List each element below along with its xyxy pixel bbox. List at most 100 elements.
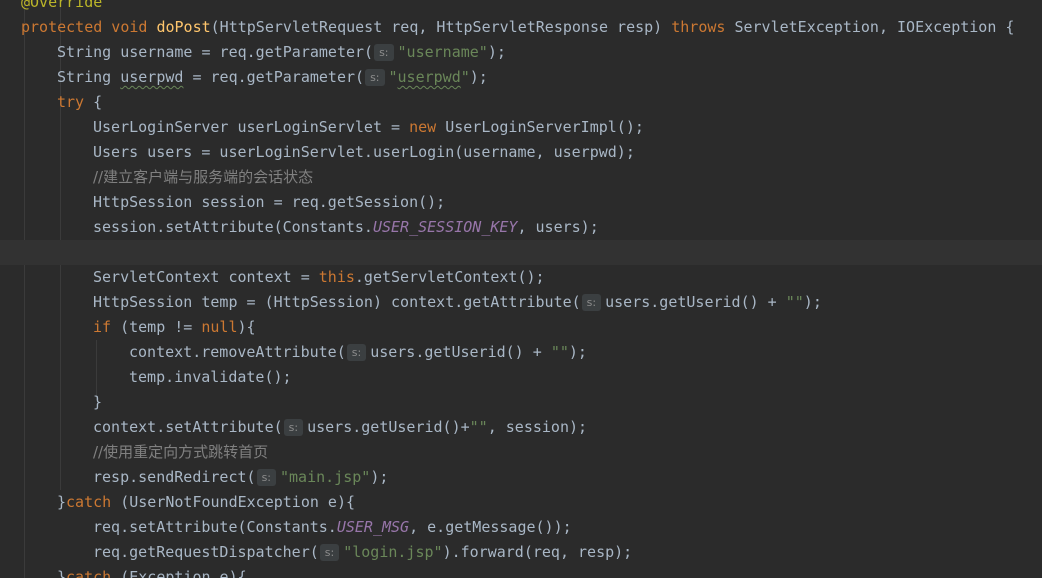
code-token: , users);: [517, 218, 599, 236]
code-token: HttpSession temp = (HttpSession) context…: [93, 293, 581, 311]
code-editor[interactable]: @Override protected void doPost(HttpServl…: [0, 0, 1042, 578]
code-token: context.removeAttribute(: [129, 343, 346, 361]
code-token: USER_SESSION_KEY: [372, 218, 518, 236]
code-line[interactable]: try {: [0, 90, 1042, 115]
code-token: req.getRequestDispatcher(: [93, 543, 319, 561]
code-token: }: [93, 393, 103, 411]
code-token: session.setAttribute(Constants.: [93, 218, 373, 236]
code-text: context.removeAttribute(s: users.getUseri…: [129, 340, 587, 365]
code-token: (HttpServletRequest req, HttpServletResp…: [210, 18, 672, 36]
code-token: , session);: [487, 418, 588, 436]
code-text: UserLoginServer userLoginServlet = new U…: [93, 115, 644, 140]
code-text: HttpSession session = req.getSession();: [93, 190, 445, 215]
parameter-hint: s:: [283, 419, 304, 436]
code-token: throws: [671, 18, 735, 36]
code-line[interactable]: Users users = userLoginServlet.userLogin…: [0, 140, 1042, 165]
code-token: String: [57, 68, 121, 86]
code-token: users.getUserid()+: [307, 418, 470, 436]
parameter-hint: s:: [346, 344, 367, 361]
parameter-hint: s:: [319, 544, 340, 561]
code-token: }: [57, 568, 67, 578]
code-token: userpwd: [120, 68, 184, 86]
code-text: }catch (Exception e){: [57, 565, 247, 578]
code-text: //建立客户端与服务端的会话状态: [93, 165, 313, 190]
code-line[interactable]: String userpwd = req.getParameter(s: "use…: [0, 65, 1042, 90]
code-text: Users users = userLoginServlet.userLogin…: [93, 140, 635, 165]
code-text: String userpwd = req.getParameter(s: "use…: [57, 65, 488, 90]
code-line[interactable]: req.setAttribute(Constants.USER_MSG, e.g…: [0, 515, 1042, 540]
code-text: context.setAttribute(s: users.getUserid()…: [93, 415, 587, 440]
code-line[interactable]: ServletContext context = this.getServlet…: [0, 265, 1042, 290]
code-token: );: [370, 468, 389, 486]
code-token: );: [469, 68, 488, 86]
code-token: );: [803, 293, 822, 311]
parameter-hint: s:: [581, 294, 602, 311]
code-token: if: [93, 318, 121, 336]
code-line[interactable]: @Override: [0, 0, 1042, 15]
code-token: = req.getParameter(: [183, 68, 365, 86]
code-text: if (temp != null){: [93, 315, 256, 340]
code-text: @Override: [21, 0, 102, 15]
code-token: @Override: [21, 0, 103, 11]
code-token: catch: [66, 568, 121, 578]
code-token: (temp !=: [120, 318, 202, 336]
code-token: new: [409, 118, 446, 136]
code-text: try {: [57, 90, 102, 115]
code-token: );: [487, 43, 506, 61]
code-token: resp.sendRedirect(: [93, 468, 256, 486]
code-token: //使用重定向方式跳转首页: [93, 443, 269, 461]
code-token: "login.jsp": [343, 543, 443, 561]
code-token: ).forward(req, resp);: [442, 543, 633, 561]
code-line[interactable]: req.getRequestDispatcher(s: "login.jsp").…: [0, 540, 1042, 565]
code-text: //使用重定向方式跳转首页: [93, 440, 268, 465]
code-line[interactable]: }catch (Exception e){: [0, 565, 1042, 578]
code-token: ){: [237, 318, 256, 336]
code-token: "": [469, 418, 488, 436]
code-text: protected void doPost(HttpServletRequest…: [21, 15, 1014, 40]
code-line[interactable]: if (temp != null){: [0, 315, 1042, 340]
code-line[interactable]: session.setAttribute(Constants.USER_SESS…: [0, 215, 1042, 240]
code-token: }: [57, 493, 67, 511]
code-token: catch: [66, 493, 121, 511]
code-line[interactable]: context.setAttribute(s: users.getUserid()…: [0, 415, 1042, 440]
code-text: String username = req.getParameter(s: "us…: [57, 40, 506, 65]
code-token: ": [460, 68, 470, 86]
code-text: temp.invalidate();: [129, 365, 292, 390]
code-token: UserLoginServer userLoginServlet =: [93, 118, 410, 136]
code-token: userpwd: [397, 68, 461, 86]
code-text: HttpSession temp = (HttpSession) context…: [93, 290, 822, 315]
code-text: req.getRequestDispatcher(s: "login.jsp").…: [93, 540, 632, 565]
code-token: (UserNotFoundException e){: [120, 493, 356, 511]
parameter-hint: s:: [374, 44, 394, 61]
code-line[interactable]: context.removeAttribute(s: users.getUseri…: [0, 340, 1042, 365]
code-token: .getServletContext();: [354, 268, 545, 286]
code-line[interactable]: HttpSession temp = (HttpSession) context…: [0, 290, 1042, 315]
code-token: protected void: [21, 18, 157, 36]
code-token: USER_MSG: [336, 518, 410, 536]
code-line[interactable]: protected void doPost(HttpServletRequest…: [0, 15, 1042, 40]
code-line[interactable]: //建立客户端与服务端的会话状态: [0, 165, 1042, 190]
code-token: users.getUserid() +: [370, 343, 551, 361]
code-token: this: [318, 268, 355, 286]
code-line[interactable]: }catch (UserNotFoundException e){: [0, 490, 1042, 515]
code-token: UserLoginServerImpl();: [445, 118, 644, 136]
code-token: ServletContext context =: [93, 268, 319, 286]
code-line[interactable]: String username = req.getParameter(s: "us…: [0, 40, 1042, 65]
current-code-line[interactable]: [0, 240, 1042, 265]
code-token: );: [568, 343, 587, 361]
code-line[interactable]: UserLoginServer userLoginServlet = new U…: [0, 115, 1042, 140]
code-line[interactable]: resp.sendRedirect(s: "main.jsp");: [0, 465, 1042, 490]
code-token: HttpSession session = req.getSession();: [93, 193, 446, 211]
code-token: "username": [397, 43, 488, 61]
code-line[interactable]: }: [0, 390, 1042, 415]
code-text: ServletContext context = this.getServlet…: [93, 265, 545, 290]
code-token: //建立客户端与服务端的会话状态: [93, 168, 314, 186]
code-line[interactable]: temp.invalidate();: [0, 365, 1042, 390]
code-token: "main.jsp": [280, 468, 371, 486]
code-line[interactable]: HttpSession session = req.getSession();: [0, 190, 1042, 215]
code-line[interactable]: //使用重定向方式跳转首页: [0, 440, 1042, 465]
code-token: {: [93, 93, 103, 111]
code-token: (Exception e){: [120, 568, 247, 578]
code-token: doPost: [156, 18, 211, 36]
code-token: null: [201, 318, 238, 336]
